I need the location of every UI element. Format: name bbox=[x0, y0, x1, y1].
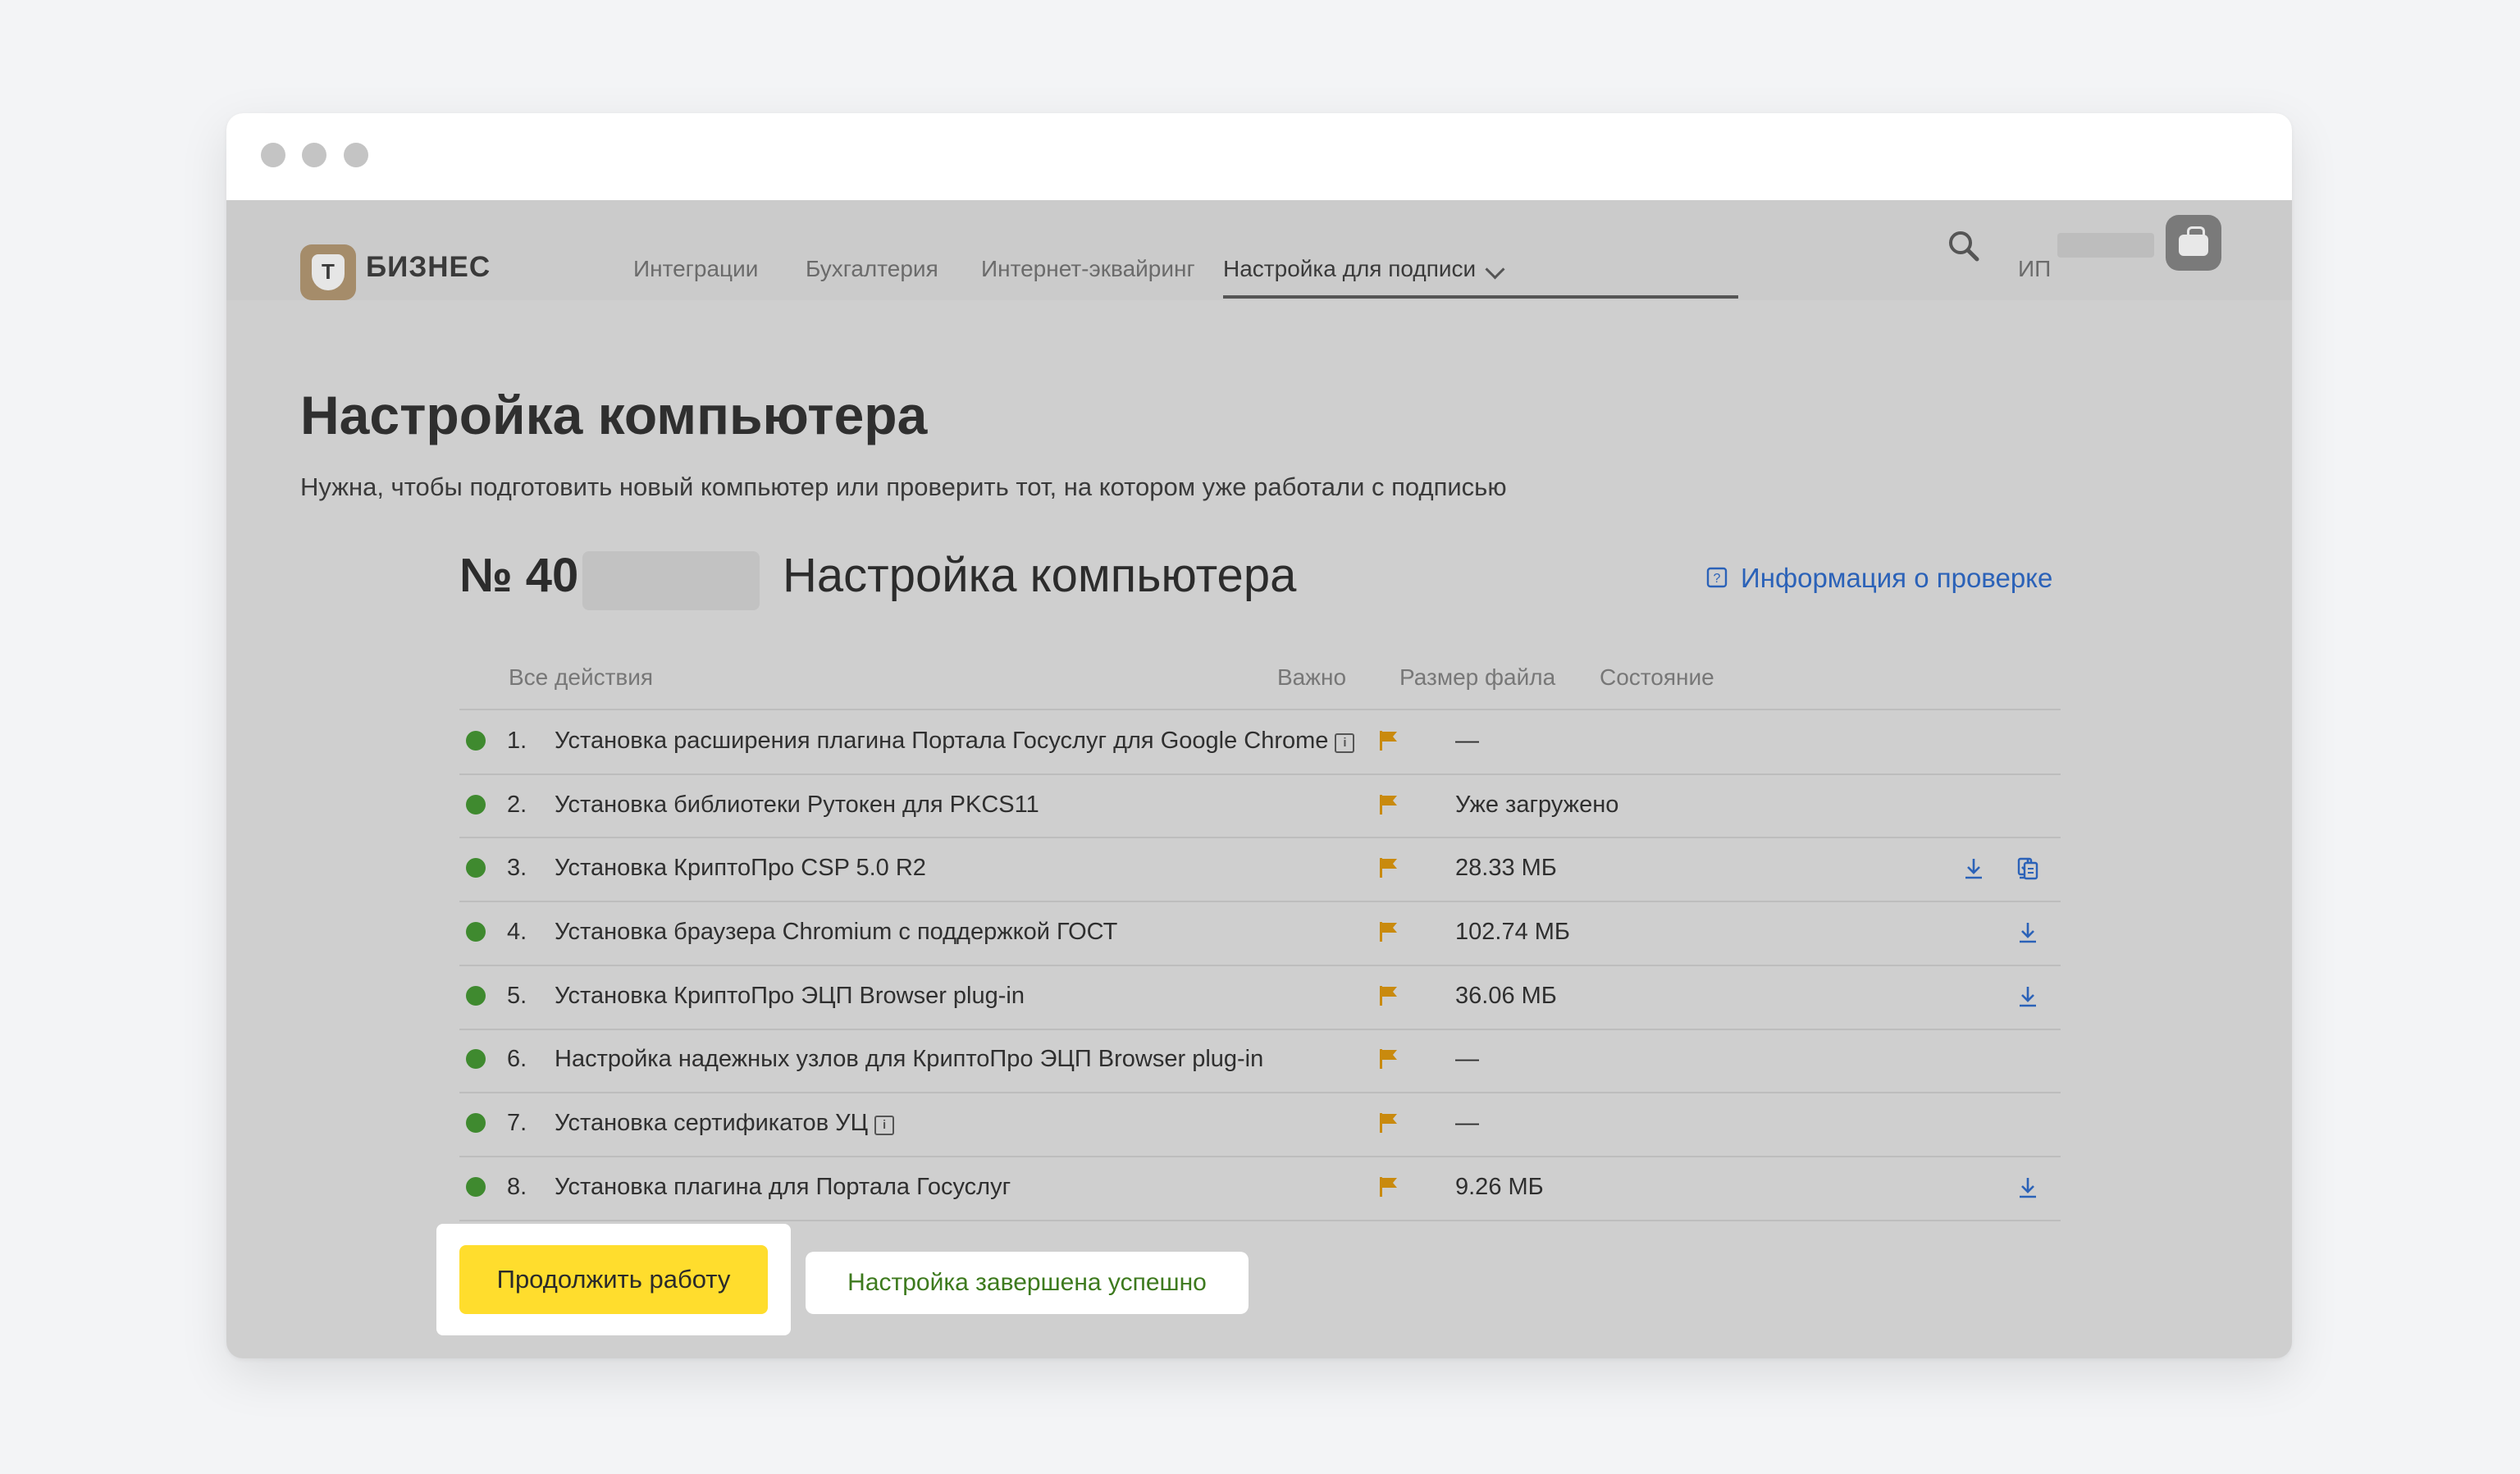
check-number-blurred bbox=[582, 551, 760, 610]
window-maximize-dot[interactable] bbox=[344, 143, 368, 167]
status-dot bbox=[466, 985, 486, 1006]
row-divider bbox=[459, 1219, 2061, 1221]
browser-window: Т БИЗНЕС Интеграции Бухгалтерия Интернет… bbox=[226, 113, 2292, 1358]
info-icon[interactable]: i bbox=[874, 1116, 895, 1136]
column-header-important: Важно bbox=[1277, 664, 1347, 690]
important-flag-icon bbox=[1380, 730, 1397, 751]
row-title-text: Установка сертификатов УЦ bbox=[555, 1110, 869, 1137]
important-flag-icon bbox=[1380, 858, 1397, 878]
row-file-size: 9.26 МБ bbox=[1455, 1173, 1544, 1200]
page-title: Настройка компьютера bbox=[300, 385, 928, 445]
row-number: 7. bbox=[507, 1110, 527, 1137]
help-icon[interactable]: ? bbox=[1706, 567, 1728, 588]
status-dot bbox=[466, 921, 486, 942]
row-file-size: 102.74 МБ bbox=[1455, 918, 1570, 945]
check-info-link[interactable]: Информация о проверке bbox=[1741, 563, 2052, 594]
row-title-text: Установка КриптоПро CSP 5.0 R2 bbox=[555, 855, 926, 882]
window-titlebar bbox=[226, 113, 2292, 200]
column-header-actions[interactable]: Все действия bbox=[509, 664, 653, 691]
brand-name[interactable]: БИЗНЕС bbox=[366, 251, 491, 284]
brand-logo-icon[interactable]: Т bbox=[300, 244, 356, 300]
row-title[interactable]: Установка расширения плагина Портала Гос… bbox=[555, 727, 1355, 755]
important-flag-icon bbox=[1380, 1113, 1397, 1134]
row-title[interactable]: Настройка надежных узлов для КриптоПро Э… bbox=[555, 1046, 1263, 1073]
continue-button[interactable]: Продолжить работу bbox=[459, 1245, 768, 1314]
row-divider bbox=[459, 901, 2061, 903]
row-divider bbox=[459, 1028, 2061, 1030]
row-title-text: Установка библиотеки Рутокен для PKCS11 bbox=[555, 791, 1039, 818]
row-number: 5. bbox=[507, 982, 527, 1009]
status-badge: Настройка завершена успешно bbox=[806, 1252, 1249, 1314]
nav-item-acquiring[interactable]: Интернет-эквайринг bbox=[981, 256, 1195, 282]
row-title-text: Настройка надежных узлов для КриптоПро Э… bbox=[555, 1046, 1264, 1073]
row-divider bbox=[459, 837, 2061, 839]
row-number: 3. bbox=[507, 855, 527, 882]
table-header-divider bbox=[459, 709, 2061, 710]
row-file-size: Уже загружено bbox=[1455, 791, 1619, 818]
row-title[interactable]: Установка КриптоПро ЭЦП Browser plug-in bbox=[555, 983, 1025, 1010]
row-divider bbox=[459, 1155, 2061, 1157]
row-file-size: 36.06 МБ bbox=[1455, 982, 1557, 1009]
row-file-size: — bbox=[1455, 1046, 1479, 1073]
download-icon[interactable] bbox=[2016, 984, 2039, 1009]
nav-item-accounting[interactable]: Бухгалтерия bbox=[806, 256, 938, 282]
download-icon[interactable] bbox=[1962, 856, 1985, 881]
svg-text:?: ? bbox=[1714, 572, 1721, 586]
important-flag-icon bbox=[1380, 1049, 1397, 1070]
nav-item-signature-setup[interactable]: Настройка для подписи bbox=[1223, 256, 1476, 282]
window-minimize-dot[interactable] bbox=[302, 143, 326, 167]
user-account-prefix[interactable]: ИП bbox=[2018, 256, 2051, 282]
row-file-size: — bbox=[1455, 1110, 1479, 1137]
nav-active-underline bbox=[1223, 295, 1738, 299]
important-flag-icon bbox=[1380, 921, 1397, 942]
column-header-state: Состояние bbox=[1600, 664, 1714, 690]
column-header-size: Размер файла bbox=[1399, 664, 1556, 690]
row-number: 8. bbox=[507, 1173, 527, 1200]
row-file-size: — bbox=[1455, 727, 1479, 754]
window-close-dot[interactable] bbox=[261, 143, 285, 167]
status-dot bbox=[466, 1113, 486, 1134]
important-flag-icon bbox=[1380, 1176, 1397, 1197]
row-title-text: Установка расширения плагина Портала Гос… bbox=[555, 727, 1329, 754]
row-title[interactable]: Установка КриптоПро CSP 5.0 R2 bbox=[555, 855, 926, 882]
row-title-text: Установка плагина для Портала Госуслуг bbox=[555, 1173, 1011, 1200]
row-title-text: Установка КриптоПро ЭЦП Browser plug-in bbox=[555, 982, 1025, 1009]
user-name-blurred[interactable] bbox=[2057, 233, 2154, 258]
logo-letter: Т bbox=[312, 254, 345, 290]
status-dot bbox=[466, 858, 486, 878]
row-title[interactable]: Установка плагина для Портала Госуслуг bbox=[555, 1174, 1011, 1201]
row-divider bbox=[459, 773, 2061, 775]
download-icon[interactable] bbox=[2016, 1175, 2039, 1200]
status-dot bbox=[466, 794, 486, 815]
search-icon[interactable] bbox=[1944, 226, 1984, 266]
row-title-text: Установка браузера Chromium с поддержкой… bbox=[555, 918, 1118, 945]
status-dot bbox=[466, 1049, 486, 1070]
important-flag-icon bbox=[1380, 985, 1397, 1006]
status-dot bbox=[466, 1176, 486, 1197]
row-title[interactable]: Установка библиотеки Рутокен для PKCS11 bbox=[555, 792, 1039, 819]
status-dot bbox=[466, 730, 486, 751]
row-number: 6. bbox=[507, 1046, 527, 1073]
row-divider bbox=[459, 964, 2061, 966]
nav-item-integrations[interactable]: Интеграции bbox=[633, 256, 758, 282]
info-icon[interactable]: i bbox=[1335, 732, 1355, 753]
download-icon[interactable] bbox=[2016, 920, 2039, 945]
important-flag-icon bbox=[1380, 794, 1397, 815]
page-subtitle: Нужна, чтобы подготовить новый компьютер… bbox=[300, 472, 1507, 501]
row-file-size: 28.33 МБ bbox=[1455, 855, 1557, 882]
row-divider bbox=[459, 1092, 2061, 1094]
row-number: 1. bbox=[507, 727, 527, 754]
account-avatar[interactable] bbox=[2166, 215, 2221, 271]
row-number: 4. bbox=[507, 918, 527, 945]
check-number: № 40 bbox=[459, 549, 579, 602]
copy-icon[interactable] bbox=[2016, 856, 2039, 881]
row-title[interactable]: Установка сертификатов УЦ i bbox=[555, 1110, 895, 1137]
check-name: Настройка компьютера bbox=[783, 549, 1297, 602]
row-number: 2. bbox=[507, 791, 527, 818]
row-title[interactable]: Установка браузера Chromium с поддержкой… bbox=[555, 919, 1117, 946]
